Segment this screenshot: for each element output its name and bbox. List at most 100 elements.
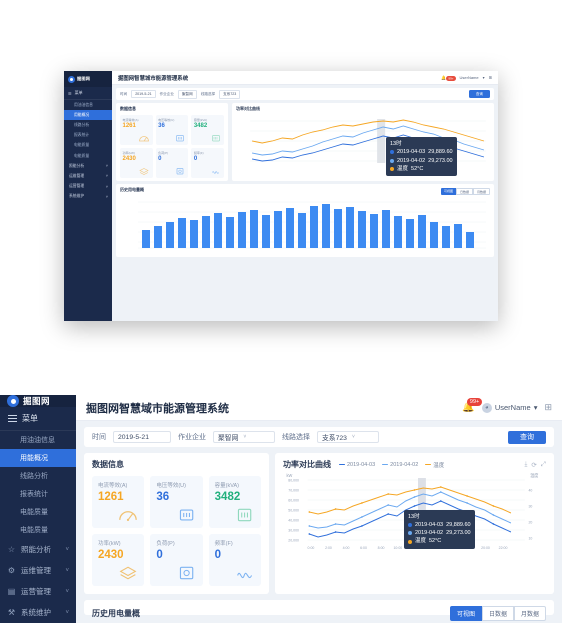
tooltip-value: 29,273.00 [446,530,471,537]
preview-seg-0[interactable]: 可视图 [440,188,456,195]
logo-mark-icon [7,395,19,407]
stat-value: 2430 [122,155,136,162]
user-menu[interactable]: ◕ UserName ▾ [481,402,537,413]
preview-menu-label: 菜单 [74,90,83,95]
svg-text:4:00: 4:00 [343,546,350,550]
menu-toggle[interactable]: 菜单 [0,407,76,431]
sidebar-item-5[interactable]: 电能质量 [0,521,76,539]
preview-submit-button[interactable]: 查询 [468,90,490,98]
tooltip-label: 2019-04-03 [397,149,426,156]
sidebar-item-9[interactable]: ⚒ 系统维护 ˅ [0,602,76,623]
svg-text:40: 40 [528,488,532,492]
preview-nav-label: 系统维护 [69,194,85,199]
hamburger-icon: ☰ [68,90,72,96]
area-select[interactable]: 聚智网 ˅ [213,431,275,443]
preview-filterbar: 时间 2019-5-21 作业企业 聚智网 线路选择 支系723 查询 [116,88,494,100]
stat-value: 0 [158,155,162,162]
preview-stat-2: 容量(kVA) 3482 [191,115,224,145]
stat-card-5: 频率(F) 0 [208,534,261,586]
preview-history-svg [138,201,486,249]
sidebar-item-4[interactable]: 电能质量 [0,503,76,521]
chevron-down-icon: ▾ [482,75,485,80]
preview-user[interactable]: UserName [460,75,479,80]
tooltip-label: 2019-04-02 [414,530,444,537]
legend-item-2[interactable]: 温度 [425,461,444,469]
sidebar-item-3[interactable]: 报表统计 [0,485,76,503]
preview-nav-5[interactable]: 电能质量 [64,151,112,161]
preview-nav-label: 报表统计 [74,133,90,138]
sidebar-item-2[interactable]: 线路分析 [0,467,76,485]
preview-nav-label: 电能质量 [74,143,90,148]
sidebar-item-label: 报表统计 [20,491,48,498]
preview-nav-2[interactable]: 线路分析 [64,120,112,130]
tooltip-value: 29,889.60 [446,521,471,528]
preview-topbar-right: 🔔 99+ UserName ▾ ⊞ [441,75,492,81]
preview-seg-2[interactable]: 月数据 [472,188,490,195]
chevron-down-icon: ˅ [243,434,247,440]
stat-label: 负荷(P) [156,541,175,547]
bars-icon [211,134,220,141]
sidebar-item-1[interactable]: 用能概况 [0,449,76,467]
preview-trend-title: 功率对比曲线 [236,106,260,111]
svg-text:80,000: 80,000 [288,478,299,482]
grid-icon[interactable]: ⊞ [544,402,552,413]
wave-icon [211,170,219,174]
sidebar-item-8[interactable]: ▤ 运营管理 ˅ [0,581,76,602]
legend-item-0[interactable]: 2019-04-03 [339,462,375,468]
star-icon: ☆ [7,545,16,554]
preview-nav-7[interactable]: 运维管理 ˅ [64,171,112,181]
tooltip-row: 温度 52°C [390,165,453,173]
sidebar-item-label: 用能概况 [20,455,48,462]
chevron-down-icon: ˅ [105,164,108,169]
tooltip-label: 温度 [414,538,426,545]
tooltip-row-1: 2019-04-02 29,273.00 [407,529,471,537]
preview-menu-header[interactable]: ☰ 菜单 [64,87,112,100]
gauge-icon [119,511,138,522]
history-segmented-control: 可视图 日数据 月数据 [449,606,546,621]
sidebar-item-0[interactable]: 用油油信息 [0,431,76,449]
preview-nav-3[interactable]: 报表统计 [64,131,112,141]
grid-icon[interactable]: ⊞ [489,75,492,80]
preview-nav-label: 运维管理 [69,173,85,178]
stats-title: 数据信息 [92,460,124,469]
search-button[interactable]: 查询 [508,430,546,444]
bell-icon[interactable]: 🔔 99+ [441,75,456,81]
preview-nav-1[interactable]: 用能概况 [64,110,112,121]
preview-area-select[interactable]: 聚智网 [177,89,197,99]
download-icon[interactable]: ⤓ [524,461,527,469]
segment-visual[interactable]: 可视图 [449,606,482,621]
preview-nav-label: 用能概况 [74,112,90,117]
segment-monthly[interactable]: 月数据 [513,606,546,621]
battery-icon [175,134,184,141]
preview-logo: 掘图网 [64,71,112,87]
expand-icon[interactable]: ⤢ [541,461,546,469]
chevron-down-icon: ˅ [105,174,108,179]
preview-seg-1[interactable]: 日数据 [455,188,473,195]
line-value: 支系723 [322,435,347,442]
sidebar-item-7[interactable]: ⚙ 运维管理 ˅ [0,560,76,581]
stat-label: 电压等效(U) [156,483,186,489]
preview-nav-6[interactable]: 照能分析 ˅ [64,161,112,171]
svg-text:20,000: 20,000 [288,538,299,542]
chevron-down-icon: ˅ [105,184,108,189]
preview-date-input[interactable]: 2019-5-21 [131,90,156,98]
line-select[interactable]: 支系723 ˅ [317,431,379,443]
legend-label: 温度 [433,462,445,469]
stat-label: 电流等效(A) [122,117,139,122]
battery-icon [179,509,193,521]
legend-item-1[interactable]: 2019-04-02 [382,462,418,468]
preview-nav-0[interactable]: 用油油信息 [64,100,112,110]
tooltip-label: 2019-04-02 [397,157,426,164]
segment-daily[interactable]: 日数据 [481,606,514,621]
preview-line-select[interactable]: 支系723 [219,89,241,99]
stat-value: 3482 [214,491,241,503]
preview-nav-4[interactable]: 电能质量 [64,141,112,151]
preview-nav-9[interactable]: 系统维护 ˅ [64,192,112,202]
date-input[interactable]: 2019-5-21 [113,431,171,443]
svg-text:20: 20 [528,520,532,524]
preview-nav-8[interactable]: 运营管理 ˅ [64,182,112,192]
tooltip-label: 2019-04-03 [414,521,444,528]
sidebar-item-6[interactable]: ☆ 照能分析 ˅ [0,539,76,560]
bell-icon[interactable]: 🔔 99+ [462,398,482,413]
refresh-icon[interactable]: ⟳ [531,461,536,469]
